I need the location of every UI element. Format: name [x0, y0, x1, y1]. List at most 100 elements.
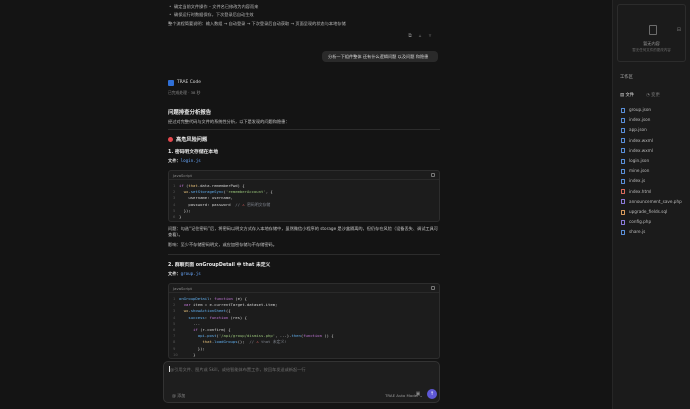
assistant-meta[interactable]: 已完成处理 · 38 秒: [168, 90, 200, 96]
file-name: app.json: [629, 127, 647, 133]
file-item[interactable]: config.php: [621, 218, 651, 226]
code-text: username: username,: [188, 195, 233, 201]
code-text: success: function (res) {: [188, 314, 247, 320]
empty-subtitle: 暂无任何文件的更改内容: [632, 48, 671, 52]
chat-input-placeholder[interactable]: @引用文件、图片或 Skill，或给智能体布置工作，按回车发送或新起一行: [170, 367, 306, 373]
code-text: });: [197, 345, 205, 351]
close-icon[interactable]: ⊟: [677, 27, 681, 33]
tab-files[interactable]: ▤ 文件: [620, 92, 640, 98]
code-text: if (r.confirm) {: [193, 326, 231, 332]
divider: [168, 129, 440, 130]
send-button[interactable]: ↑: [427, 389, 437, 399]
file-icon: [621, 148, 625, 154]
filetree-tabs: ▤ 文件 ◔ 变更: [620, 92, 672, 98]
code-block-header: JavaScript: [169, 284, 439, 293]
section-title-high-risk: 高危风险问题: [168, 136, 207, 143]
model-label: TRAE Auto Model: [385, 393, 419, 398]
code-text: }: [179, 213, 182, 219]
code-text: wx.setStorageSync('rememberAccount', {: [183, 189, 273, 195]
code-body: 1 if (that.data.rememberPwd) {2 wx.setSto…: [169, 180, 439, 221]
report-intro: 经过对完整代码与文件的系统性分析，以下是发现的问题和隐患：: [168, 119, 290, 124]
code-text: ...: [193, 320, 201, 326]
assistant-name: TRAE Code: [177, 80, 201, 85]
file-item[interactable]: app.json: [621, 126, 647, 134]
report-title: 问题排查分析报告: [168, 110, 212, 116]
file-icon: [621, 209, 625, 215]
filetree-title: 工作区: [620, 75, 633, 80]
code-block-header: JavaScript: [169, 171, 439, 180]
file-name-link[interactable]: group.js: [181, 271, 201, 276]
section-title-text: 高危风险问题: [176, 137, 208, 143]
file-icon: [621, 138, 625, 144]
code-text: api.post('/api/group/dismiss.php', ...).…: [197, 333, 334, 339]
file-item[interactable]: announcement_save.php: [621, 198, 682, 206]
file-item[interactable]: share.js: [621, 228, 645, 236]
document-icon: [649, 25, 657, 35]
file-name: share.js: [629, 229, 646, 235]
issue-file: 文件：login.js: [168, 158, 201, 164]
file-item[interactable]: mine.json: [621, 167, 649, 175]
code-language: JavaScript: [173, 286, 193, 291]
copy-code-icon[interactable]: [431, 286, 435, 290]
list-item: 确定当前文件操作 – 文件名已修改为内容而来: [169, 4, 258, 10]
add-context-button[interactable]: @ 添加: [172, 393, 185, 399]
arrow-up-icon: ↑: [429, 391, 435, 397]
file-item[interactable]: index.js: [621, 177, 645, 185]
copy-icon[interactable]: ⧉: [407, 33, 413, 39]
code-text: });: [183, 207, 191, 213]
file-icon: [621, 219, 625, 225]
file-icon: [621, 199, 625, 205]
user-message: 分析一下组件整体 还有什么逻辑问题 以及问题 和隐患: [322, 51, 438, 62]
attach-image-icon[interactable]: ▣: [415, 391, 421, 397]
file-icon: [621, 189, 625, 195]
file-item[interactable]: upgrade_fields.sql: [621, 208, 667, 216]
code-line: 6}: [173, 214, 435, 220]
tab-changes[interactable]: ◔ 变更: [646, 92, 666, 98]
file-name: login.json: [629, 158, 650, 163]
thumbs-up-icon[interactable]: ▵: [417, 33, 423, 39]
file-icon: [621, 229, 625, 235]
file-name: index.wxml: [629, 147, 653, 153]
changes-empty-box: ⊟ 暂无内容 暂无任何文件的更改内容: [617, 4, 686, 62]
code-text: that.loadGroups(); // ⚠ that 未定义!: [202, 339, 287, 345]
file-item[interactable]: index.wxml: [621, 137, 653, 145]
file-name: group.json: [629, 107, 652, 112]
file-item[interactable]: login.json: [621, 157, 649, 165]
file-label: 文件：: [168, 271, 181, 276]
file-name: index.json: [629, 117, 651, 123]
file-name: upgrade_fields.sql: [629, 209, 668, 214]
list-item: 确保运行时数据保存，下次登录后自动生效: [169, 12, 254, 18]
divider: [168, 254, 440, 255]
file-icon: [621, 158, 625, 164]
tab-label: 文件: [625, 93, 635, 98]
file-icon: [621, 107, 625, 113]
code-body: 1 onGroupDetail: function (e) {2 var item…: [169, 293, 439, 358]
code-language: JavaScript: [173, 173, 193, 178]
file-item[interactable]: index.wxml: [621, 147, 653, 155]
thumbs-down-icon[interactable]: ▿: [427, 33, 433, 39]
code-text: if (that.data.rememberPwd) {: [179, 183, 245, 188]
tab-label: 变更: [651, 93, 660, 98]
file-item[interactable]: index.json: [621, 116, 650, 124]
file-icon: [621, 178, 625, 184]
code-text: onGroupDetail: function (e) {: [179, 296, 247, 301]
code-text: wx.showActionSheet({: [183, 308, 231, 314]
code-block: JavaScript 1 onGroupDetail: function (e) …: [168, 283, 440, 359]
copy-code-icon[interactable]: [431, 173, 435, 177]
chat-input-box[interactable]: @引用文件、图片或 Skill，或给智能体布置工作，按回车发送或新起一行 @ 添…: [163, 361, 440, 403]
file-name: mine.json: [629, 168, 650, 174]
code-text: }: [193, 351, 196, 357]
file-item[interactable]: group.json: [621, 106, 651, 114]
flow-summary: 整个流程简要说明：输入数组 → 自动登录 → 下次登录后自动获取 → 页面呈现的…: [168, 21, 346, 26]
assistant-logo-icon: [168, 80, 174, 86]
code-block: JavaScript 1 if (that.data.rememberPwd) {…: [168, 170, 440, 222]
file-name: index.html: [629, 188, 652, 194]
file-name-link[interactable]: login.js: [181, 158, 201, 163]
issue-title: 2. 群聊页面 onGroupDetail 中 that 未定义: [168, 263, 271, 268]
issue-impact: 影响：至少不存储密码明文，或应加密存储与不存储密码。: [168, 242, 277, 247]
file-name: index.js: [629, 178, 646, 184]
issue-file: 文件：group.js: [168, 271, 201, 277]
file-name: index.wxml: [629, 137, 653, 143]
empty-title: 暂无内容: [643, 41, 660, 46]
file-item[interactable]: index.html: [621, 188, 651, 196]
